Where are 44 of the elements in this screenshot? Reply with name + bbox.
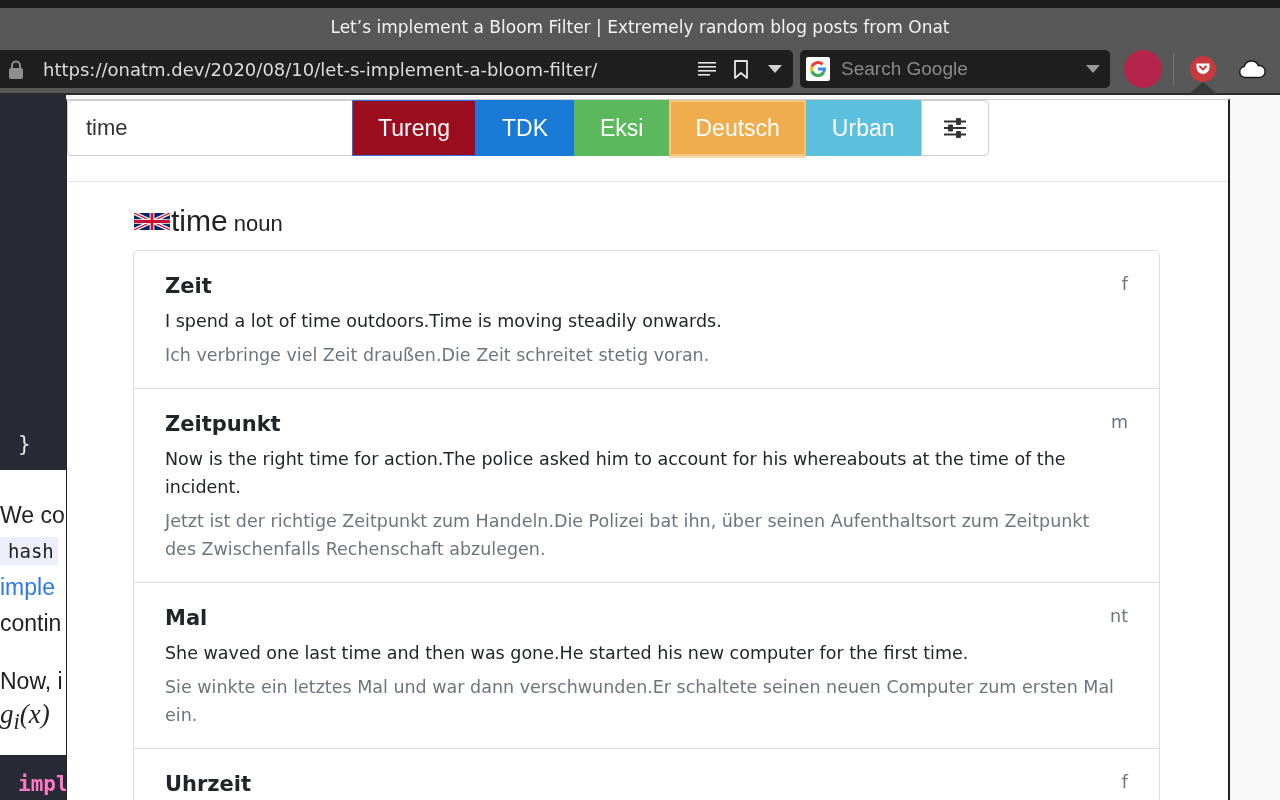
g-logo-icon xyxy=(806,57,830,81)
paragraph-text: contin xyxy=(0,609,62,637)
flag-icon xyxy=(133,212,171,230)
window-title: Let’s implement a Bloom Filter | Extremely random blog posts from Onat xyxy=(330,16,950,37)
example-translation: Ich verbringe viel Zeit draußen.Die Zeit schreitet stetig voran. xyxy=(165,344,711,367)
inline-code: hash xyxy=(0,537,58,565)
translation-word: Uhrzeit xyxy=(165,772,252,796)
translation-word: Zeit xyxy=(165,274,212,298)
gender-label: m xyxy=(1110,411,1128,433)
example-translation: Sie winkte ein letztes Mal und war dann verschwunden.Er schaltete seinen neuen Computer zum ersten Mal ein. xyxy=(165,676,1115,727)
paragraph-text: Now, i xyxy=(0,667,63,695)
text-lines-icon[interactable] xyxy=(698,62,716,76)
address-bar[interactable]: https://onatm.dev/2020/08/10/let-s-implement-a-bloom-filter/ xyxy=(0,50,793,88)
dictionary-button[interactable]: TDK xyxy=(476,100,575,156)
bookmark-icon[interactable] xyxy=(734,59,748,79)
translation-word: Mal xyxy=(165,606,208,630)
math-formula: g$_{i}$(x) xyxy=(0,698,50,736)
paragraph-text: We co xyxy=(0,501,65,529)
gender-label: f xyxy=(1121,273,1128,295)
dictionary-button[interactable]: Tureng xyxy=(352,100,477,156)
headword: time xyxy=(171,205,228,237)
part-of-speech: noun xyxy=(233,211,283,237)
url-text: https://onatm.dev/2020/08/10/let-s-implement-a-bloom-filter/ xyxy=(43,58,599,80)
dictionary-button[interactable]: Eksi xyxy=(574,100,670,156)
translation-word: Zeitpunkt xyxy=(165,412,281,436)
example-sentence: Now is the right time for action.The police asked him to account for his whereabouts at the time of the incident. xyxy=(165,448,1067,499)
caret-icon[interactable] xyxy=(1086,65,1100,73)
sliders-icon xyxy=(943,118,966,138)
search-field[interactable]: Search Google xyxy=(800,50,1110,88)
caret-icon[interactable] xyxy=(768,65,782,73)
search-input[interactable]: Search Google xyxy=(841,55,1078,83)
example-translation: Jetzt ist der richtige Zeitpunkt zum Handeln.Die Polizei bat ihn, über seinen Aufenthaltsort zum Zeitpunkt des Zwischenfalls Rechenschaft abzulegen. xyxy=(165,510,1091,561)
code-text: } xyxy=(18,431,31,457)
gender-label: nt xyxy=(1110,605,1128,627)
cup-icon[interactable] xyxy=(1190,56,1216,82)
link[interactable]: imple xyxy=(0,573,55,601)
gender-label: f xyxy=(1121,771,1128,793)
search-input[interactable]: time xyxy=(67,100,352,156)
cloud-icon[interactable] xyxy=(1237,59,1267,79)
example-sentence: I spend a lot of time outdoors.Time is moving steadily onwards. xyxy=(165,310,723,333)
example-sentence: She waved one last time and then was gone.He started his new computer for the first time. xyxy=(165,642,970,665)
lock-icon xyxy=(8,59,24,79)
popup-arrow xyxy=(1189,82,1217,94)
settings-button[interactable] xyxy=(920,100,989,156)
